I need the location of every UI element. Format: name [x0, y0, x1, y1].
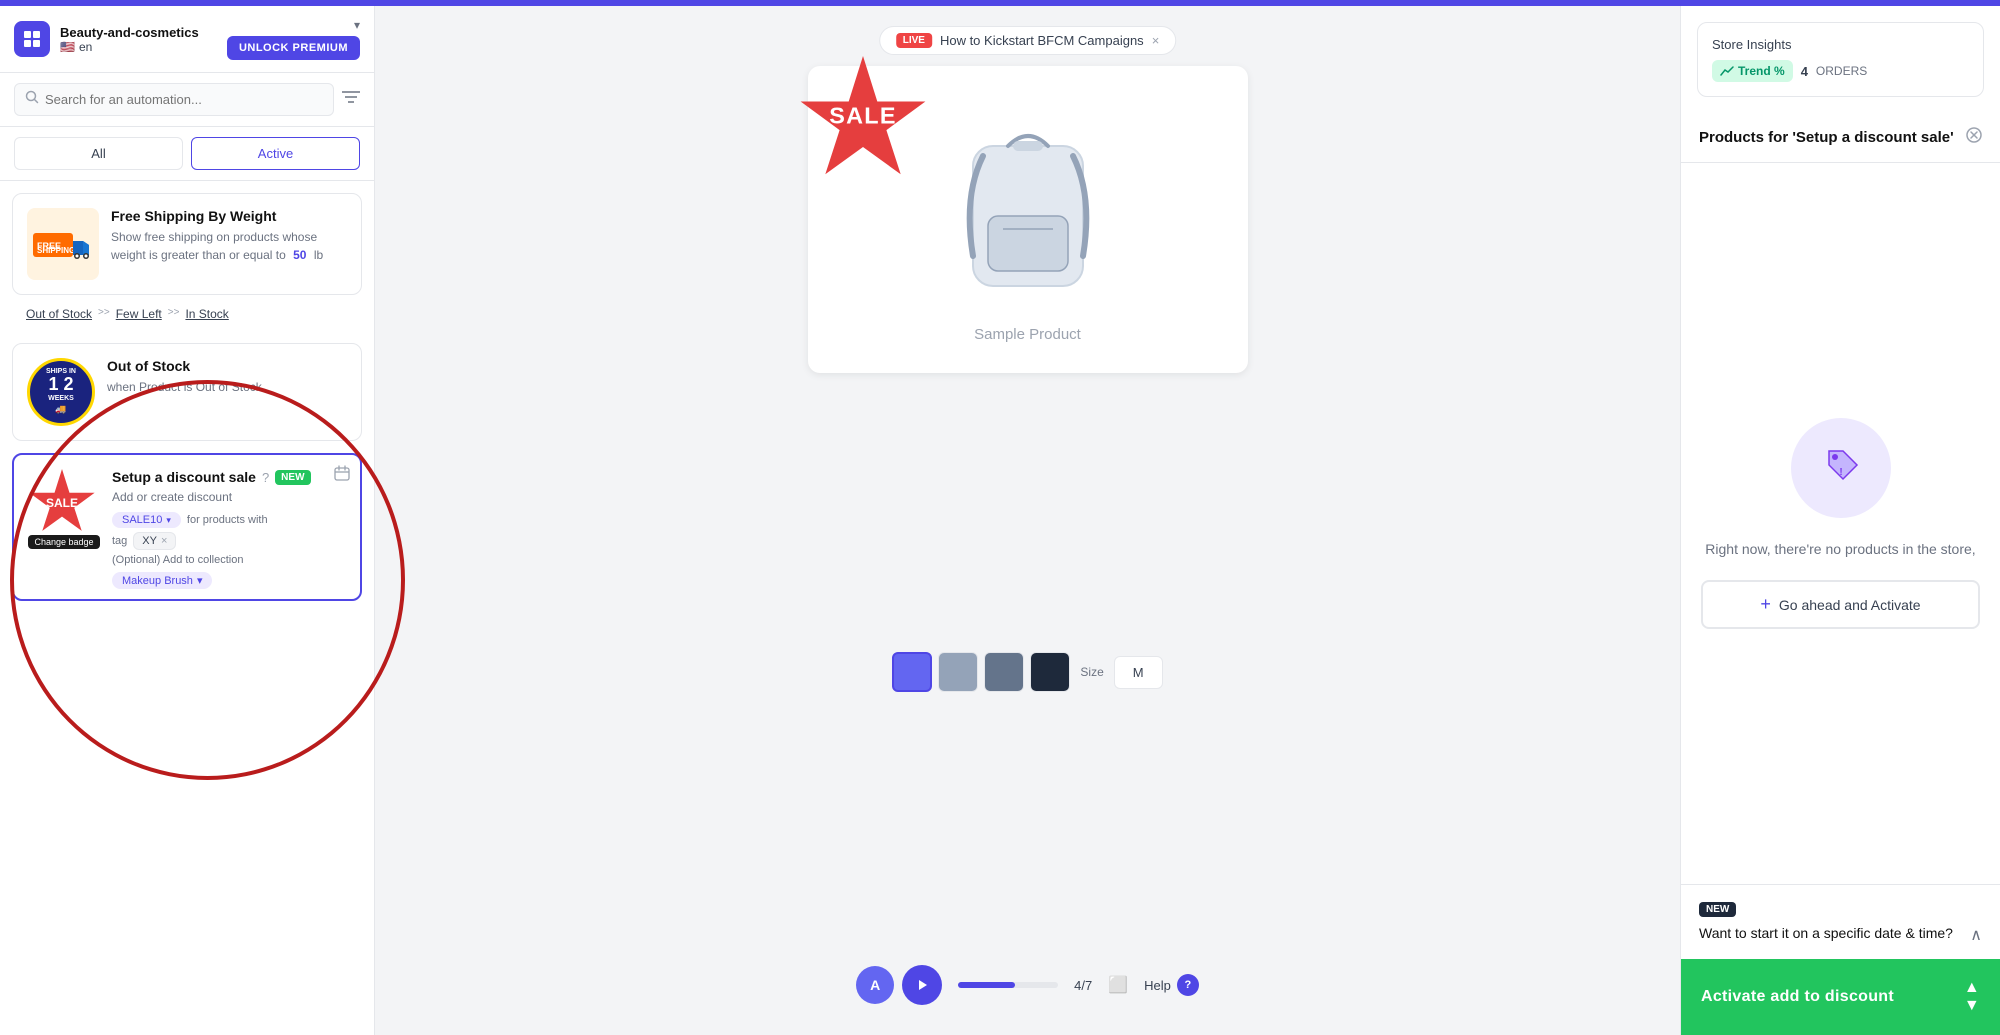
activate-bottom-label: Activate add to discount — [1701, 988, 1894, 1006]
filter-icon[interactable] — [342, 90, 360, 109]
in-stock-link[interactable]: In Stock — [185, 307, 228, 321]
right-panel-header: Products for 'Setup a discount sale' — [1681, 113, 2000, 163]
store-insights-title: Store Insights — [1712, 37, 1969, 52]
empty-state-icon-circle: ! — [1791, 418, 1891, 518]
trend-badge: Trend % — [1712, 60, 1793, 82]
out-of-stock-link[interactable]: Out of Stock — [26, 307, 92, 321]
activate-arrows-icon: ▲ ▼ — [1964, 979, 1980, 1015]
automation-card-out-of-stock[interactable]: SHIPS IN 1 2 WEEKS 🚚 Out of Stock when P… — [12, 343, 362, 441]
tab-active[interactable]: Active — [191, 137, 360, 170]
live-banner-close[interactable]: × — [1152, 33, 1160, 48]
discount-tag-icon: ! — [1815, 437, 1867, 499]
separator2: >> — [168, 307, 180, 321]
out-of-stock-icon: SHIPS IN 1 2 WEEKS 🚚 — [27, 358, 95, 426]
tab-all[interactable]: All — [14, 137, 183, 170]
language-selector[interactable]: 🇺🇸 en — [60, 40, 217, 54]
new-section-question: Want to start it on a specific date & ti… — [1699, 925, 1982, 945]
live-banner[interactable]: LIVE How to Kickstart BFCM Campaigns × — [879, 26, 1177, 55]
activate-text: Go ahead and Activate — [1779, 597, 1921, 613]
help-circle-icon: ? — [1177, 974, 1199, 996]
search-input-wrap[interactable] — [14, 83, 334, 116]
orders-label: ORDERS — [1816, 64, 1867, 78]
tag-remove-icon[interactable]: × — [161, 535, 167, 547]
schedule-icon[interactable] — [334, 465, 350, 486]
plus-icon: + — [1760, 594, 1771, 615]
bottom-nav: A 4/7 ⬜ Help ? — [856, 955, 1199, 1015]
store-name: Beauty-and-cosmetics — [60, 25, 217, 40]
svg-text:SALE: SALE — [829, 103, 897, 129]
tag-label-static: tag — [112, 535, 127, 547]
svg-text:!: ! — [1839, 467, 1842, 478]
sample-product-label: Sample Product — [974, 326, 1081, 343]
svg-text:SHIPPING: SHIPPING — [37, 246, 75, 255]
tag-xy-input[interactable]: XY × — [133, 532, 176, 550]
for-products-label: for products with — [187, 514, 268, 526]
live-badge: LIVE — [896, 33, 932, 48]
stock-links: Out of Stock >> Few Left >> In Stock — [12, 307, 362, 331]
color-swatch-4[interactable] — [1030, 652, 1070, 692]
size-button[interactable]: M — [1114, 656, 1163, 689]
few-left-link[interactable]: Few Left — [116, 307, 162, 321]
free-shipping-desc: Show free shipping on products whose wei… — [111, 228, 347, 264]
progress-bar — [958, 982, 1058, 988]
view-icon[interactable]: ⬜ — [1108, 975, 1128, 995]
color-swatch-2[interactable] — [938, 652, 978, 692]
automation-card-free-shipping[interactable]: FREE SHIPPING Free Shipping By Weight — [12, 193, 362, 295]
collection-pill[interactable]: Makeup Brush ▾ — [112, 572, 212, 589]
new-badge: NEW — [275, 470, 310, 485]
size-label: Size — [1080, 665, 1103, 679]
size-selector[interactable]: Size M — [892, 652, 1162, 692]
live-banner-text: How to Kickstart BFCM Campaigns — [940, 33, 1144, 48]
page-count: 4/7 — [1074, 978, 1092, 993]
dropdown-arrow-icon[interactable]: ▾ — [354, 18, 360, 32]
empty-state: ! Right now, there're no products in the… — [1681, 163, 2000, 884]
discount-sale-desc: Add or create discount — [112, 488, 346, 506]
orders-count: 4 — [1801, 64, 1808, 79]
change-badge-button[interactable]: Change badge — [28, 535, 100, 549]
search-icon — [25, 90, 39, 109]
sidebar-logo — [14, 21, 50, 57]
automation-card-discount-sale[interactable]: SALE Change badge Setup a discount sale … — [12, 453, 362, 601]
search-input[interactable] — [45, 92, 323, 107]
right-panel-close-icon[interactable] — [1966, 127, 1982, 148]
product-preview: SALE Sample Product — [808, 66, 1248, 373]
sale-badge-preview: SALE — [798, 56, 928, 186]
backpack-illustration — [918, 96, 1138, 316]
optional-label: (Optional) Add to collection — [112, 554, 243, 566]
separator1: >> — [98, 307, 110, 321]
discount-sale-icon-wrap: SALE Change badge — [28, 469, 100, 555]
color-swatch-3[interactable] — [984, 652, 1024, 692]
go-ahead-activate-button[interactable]: + Go ahead and Activate — [1701, 580, 1980, 629]
avatar: A — [856, 966, 894, 1004]
right-panel: Store Insights Trend % 4 ORDERS Products… — [1680, 6, 2000, 1035]
out-of-stock-desc: when Product is Out of Stock — [107, 378, 347, 396]
help-label: Help — [1144, 978, 1171, 993]
discount-sale-title: Setup a discount sale — [112, 469, 256, 485]
unlock-premium-button[interactable]: UNLOCK PREMIUM — [227, 36, 360, 60]
new-section-badge: NEW — [1699, 902, 1736, 917]
out-of-stock-title: Out of Stock — [107, 358, 347, 374]
main-canvas: LIVE How to Kickstart BFCM Campaigns × S… — [375, 6, 1680, 1035]
activate-add-to-discount-button[interactable]: Activate add to discount ▲ ▼ — [1681, 959, 2000, 1035]
new-section: NEW Want to start it on a specific date … — [1681, 884, 2000, 959]
sale10-tag-pill[interactable]: SALE10 ▾ — [112, 512, 181, 528]
free-shipping-icon: FREE SHIPPING — [27, 208, 99, 280]
chevron-up-icon[interactable]: ∧ — [1970, 925, 1982, 945]
sale-sticker-icon: SALE — [28, 469, 96, 537]
free-shipping-title: Free Shipping By Weight — [111, 208, 347, 224]
play-button[interactable] — [902, 965, 942, 1005]
empty-state-text: Right now, there're no products in the s… — [1705, 538, 1975, 560]
store-insights-box: Store Insights Trend % 4 ORDERS — [1697, 22, 1984, 97]
right-panel-title: Products for 'Setup a discount sale' — [1699, 129, 1954, 146]
help-button[interactable]: Help ? — [1144, 974, 1199, 996]
help-icon[interactable]: ? — [262, 470, 269, 485]
progress-fill — [958, 982, 1015, 988]
color-swatch-1[interactable] — [892, 652, 932, 692]
